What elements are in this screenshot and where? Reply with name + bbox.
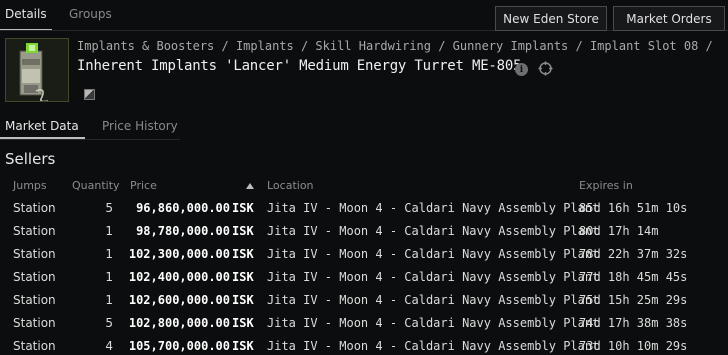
sellers-heading: Sellers xyxy=(5,150,56,168)
cell-location: Jita IV - Moon 4 - Caldari Navy Assembly… xyxy=(267,339,600,353)
tab-price-history[interactable]: Price History xyxy=(102,119,178,133)
variations-icon[interactable] xyxy=(84,89,95,100)
cell-expires: 75d 15h 25m 29s xyxy=(579,293,688,307)
cell-price: 102,400,000.00 xyxy=(128,270,230,284)
cell-expires: 80d 17h 14m xyxy=(579,224,659,238)
cell-location: Jita IV - Moon 4 - Caldari Navy Assembly… xyxy=(267,224,600,238)
breadcrumb[interactable]: Implants & Boosters / Implants / Skill H… xyxy=(77,39,713,53)
item-title: Inherent Implants 'Lancer' Medium Energy… xyxy=(77,58,522,74)
cell-jumps: Station xyxy=(13,247,56,261)
cell-price: 98,780,000.00 xyxy=(136,224,230,238)
tab-market-data[interactable]: Market Data xyxy=(5,119,79,133)
cell-expires: 78d 22h 37m 32s xyxy=(579,247,688,261)
column-header-price[interactable]: Price xyxy=(130,179,157,192)
cell-currency: ISK xyxy=(232,339,254,353)
cell-jumps: Station xyxy=(13,224,56,238)
tab-groups[interactable]: Groups xyxy=(69,7,112,21)
cell-location: Jita IV - Moon 4 - Caldari Navy Assembly… xyxy=(267,293,600,307)
cell-location: Jita IV - Moon 4 - Caldari Navy Assembly… xyxy=(267,247,600,261)
cell-price: 96,860,000.00 xyxy=(136,201,230,215)
info-icon[interactable]: i xyxy=(515,63,528,76)
table-row[interactable]: Station 1 98,780,000.00 ISK Jita IV - Moon 4… xyxy=(0,222,728,245)
cell-currency: ISK xyxy=(232,293,254,307)
market-orders-button[interactable]: Market Orders xyxy=(613,6,725,31)
implant-icon[interactable] xyxy=(5,38,69,102)
new-eden-store-button[interactable]: New Eden Store xyxy=(495,6,607,31)
crosshair-icon[interactable] xyxy=(538,61,553,76)
cell-jumps: Station xyxy=(13,270,56,284)
cell-currency: ISK xyxy=(232,247,254,261)
column-header-quantity[interactable]: Quantity xyxy=(72,179,120,192)
cell-expires: 85d 16h 51m 10s xyxy=(579,201,688,215)
cell-currency: ISK xyxy=(232,224,254,238)
cell-price: 102,800,000.00 xyxy=(128,316,230,330)
cell-jumps: Station xyxy=(13,293,56,307)
table-row[interactable]: Station 1 102,300,000.00 ISK Jita IV - Moon … xyxy=(0,245,728,268)
column-header-expires[interactable]: Expires in xyxy=(579,179,633,192)
cell-location: Jita IV - Moon 4 - Caldari Navy Assembly… xyxy=(267,270,600,284)
table-row[interactable]: Station 5 96,860,000.00 ISK Jita IV - Moon 4… xyxy=(0,199,728,222)
cell-currency: ISK xyxy=(232,316,254,330)
table-row[interactable]: Station 1 102,600,000.00 ISK Jita IV - Moon … xyxy=(0,291,728,314)
cell-jumps: Station xyxy=(13,339,56,353)
cell-expires: 73d 10h 10m 29s xyxy=(579,339,688,353)
sort-ascending-icon xyxy=(246,183,254,189)
cell-location: Jita IV - Moon 4 - Caldari Navy Assembly… xyxy=(267,316,600,330)
cell-price: 102,300,000.00 xyxy=(128,247,230,261)
cell-price: 105,700,000.00 xyxy=(128,339,230,353)
cell-jumps: Station xyxy=(13,316,56,330)
cell-currency: ISK xyxy=(232,201,254,215)
tab-details[interactable]: Details xyxy=(5,7,47,21)
cell-expires: 77d 18h 45m 45s xyxy=(579,270,688,284)
table-row[interactable]: Station 1 102,400,000.00 ISK Jita IV - Moon … xyxy=(0,268,728,291)
cell-currency: ISK xyxy=(232,270,254,284)
cell-expires: 74d 17h 38m 38s xyxy=(579,316,688,330)
cell-price: 102,600,000.00 xyxy=(128,293,230,307)
divider xyxy=(0,139,180,140)
table-row[interactable]: Station 4 105,700,000.00 ISK Jita IV - Moon … xyxy=(0,337,728,355)
cell-jumps: Station xyxy=(13,201,56,215)
column-header-jumps[interactable]: Jumps xyxy=(13,179,47,192)
column-header-location[interactable]: Location xyxy=(267,179,314,192)
cell-location: Jita IV - Moon 4 - Caldari Navy Assembly… xyxy=(267,201,600,215)
table-row[interactable]: Station 5 102,800,000.00 ISK Jita IV - Moon … xyxy=(0,314,728,337)
